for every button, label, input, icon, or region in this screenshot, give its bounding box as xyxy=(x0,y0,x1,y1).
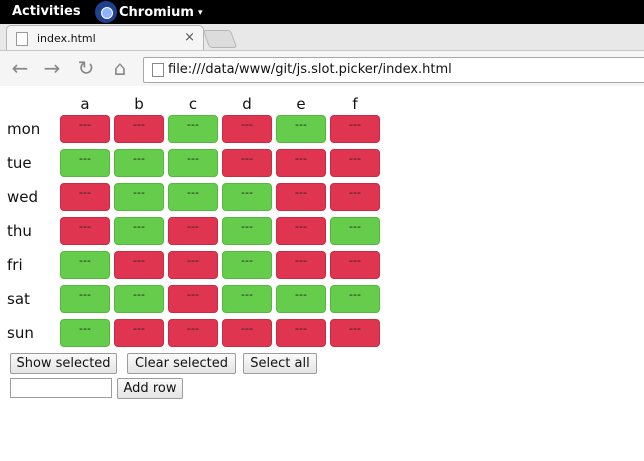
reload-icon[interactable]: ↻ xyxy=(74,56,98,80)
page-icon xyxy=(16,32,28,46)
clear-selected-button[interactable]: Clear selected xyxy=(127,353,236,374)
slot-wed-e[interactable]: --- xyxy=(276,183,326,211)
row-label-sun: sun xyxy=(7,324,34,342)
slot-fri-c[interactable]: --- xyxy=(168,251,218,279)
add-row-button[interactable]: Add row xyxy=(117,378,183,399)
close-icon[interactable]: × xyxy=(184,30,195,45)
slot-fri-d[interactable]: --- xyxy=(222,251,272,279)
home-icon[interactable]: ⌂ xyxy=(108,56,132,80)
row-label-fri: fri xyxy=(7,256,23,274)
slot-thu-c[interactable]: --- xyxy=(168,217,218,245)
browser-chrome: index.html × ← → ↻ ⌂ file:///data/www/gi… xyxy=(0,24,644,88)
slot-thu-f[interactable]: --- xyxy=(330,217,380,245)
system-top-bar: Activities Chromium ▾ xyxy=(0,0,644,24)
app-menu[interactable]: Chromium ▾ xyxy=(95,0,202,24)
slot-sun-b[interactable]: --- xyxy=(114,319,164,347)
slot-tue-a[interactable]: --- xyxy=(60,149,110,177)
slot-wed-c[interactable]: --- xyxy=(168,183,218,211)
slot-fri-f[interactable]: --- xyxy=(330,251,380,279)
slot-wed-a[interactable]: --- xyxy=(60,183,110,211)
slot-tue-f[interactable]: --- xyxy=(330,149,380,177)
slot-sat-a[interactable]: --- xyxy=(60,285,110,313)
forward-icon[interactable]: → xyxy=(40,56,64,80)
page-icon xyxy=(152,63,164,77)
slot-thu-b[interactable]: --- xyxy=(114,217,164,245)
slot-tue-d[interactable]: --- xyxy=(222,149,272,177)
row-label-thu: thu xyxy=(7,222,32,240)
url-text: file:///data/www/git/js.slot.picker/inde… xyxy=(168,62,452,77)
row-label-sat: sat xyxy=(7,290,30,308)
new-tab-button[interactable] xyxy=(202,30,238,48)
row-label-tue: tue xyxy=(7,154,32,172)
slot-mon-e[interactable]: --- xyxy=(276,115,326,143)
chromium-logo-icon xyxy=(95,1,117,23)
select-all-button[interactable]: Select all xyxy=(243,353,317,374)
slot-mon-b[interactable]: --- xyxy=(114,115,164,143)
slot-fri-b[interactable]: --- xyxy=(114,251,164,279)
slot-sun-f[interactable]: --- xyxy=(330,319,380,347)
column-header-a: a xyxy=(80,95,90,113)
slot-wed-b[interactable]: --- xyxy=(114,183,164,211)
slot-mon-a[interactable]: --- xyxy=(60,115,110,143)
row-label-wed: wed xyxy=(7,188,39,206)
slot-mon-f[interactable]: --- xyxy=(330,115,380,143)
column-header-d: d xyxy=(242,95,252,113)
slot-sat-e[interactable]: --- xyxy=(276,285,326,313)
address-bar[interactable]: file:///data/www/git/js.slot.picker/inde… xyxy=(143,57,644,83)
slot-wed-d[interactable]: --- xyxy=(222,183,272,211)
slot-thu-e[interactable]: --- xyxy=(276,217,326,245)
tab-index-html[interactable]: index.html × xyxy=(6,25,204,51)
slot-tue-c[interactable]: --- xyxy=(168,149,218,177)
slot-fri-a[interactable]: --- xyxy=(60,251,110,279)
column-header-e: e xyxy=(296,95,306,113)
slot-tue-e[interactable]: --- xyxy=(276,149,326,177)
column-header-c: c xyxy=(188,95,198,113)
activities-button[interactable]: Activities xyxy=(12,4,81,19)
slot-tue-b[interactable]: --- xyxy=(114,149,164,177)
slot-sun-e[interactable]: --- xyxy=(276,319,326,347)
slot-sat-f[interactable]: --- xyxy=(330,285,380,313)
chevron-down-icon: ▾ xyxy=(197,8,203,18)
show-selected-button[interactable]: Show selected xyxy=(10,353,117,374)
slot-wed-f[interactable]: --- xyxy=(330,183,380,211)
back-icon[interactable]: ← xyxy=(8,56,32,80)
slot-mon-c[interactable]: --- xyxy=(168,115,218,143)
slot-thu-a[interactable]: --- xyxy=(60,217,110,245)
app-menu-label: Chromium xyxy=(119,4,194,20)
slot-mon-d[interactable]: --- xyxy=(222,115,272,143)
slot-thu-d[interactable]: --- xyxy=(222,217,272,245)
slot-sun-d[interactable]: --- xyxy=(222,319,272,347)
column-header-b: b xyxy=(134,95,144,113)
page-content: a b c d e f mon --- --- --- --- --- --- tue --- --- --- -… xyxy=(0,86,644,461)
slot-sun-a[interactable]: --- xyxy=(60,319,110,347)
slot-fri-e[interactable]: --- xyxy=(276,251,326,279)
row-label-mon: mon xyxy=(7,120,41,138)
slot-sun-c[interactable]: --- xyxy=(168,319,218,347)
slot-sat-b[interactable]: --- xyxy=(114,285,164,313)
slot-sat-d[interactable]: --- xyxy=(222,285,272,313)
column-header-f: f xyxy=(352,95,358,113)
browser-toolbar: ← → ↻ ⌂ file:///data/www/git/js.slot.pic… xyxy=(0,50,644,88)
tab-title: index.html xyxy=(37,32,96,45)
row-name-input[interactable] xyxy=(10,378,112,398)
slot-sat-c[interactable]: --- xyxy=(168,285,218,313)
